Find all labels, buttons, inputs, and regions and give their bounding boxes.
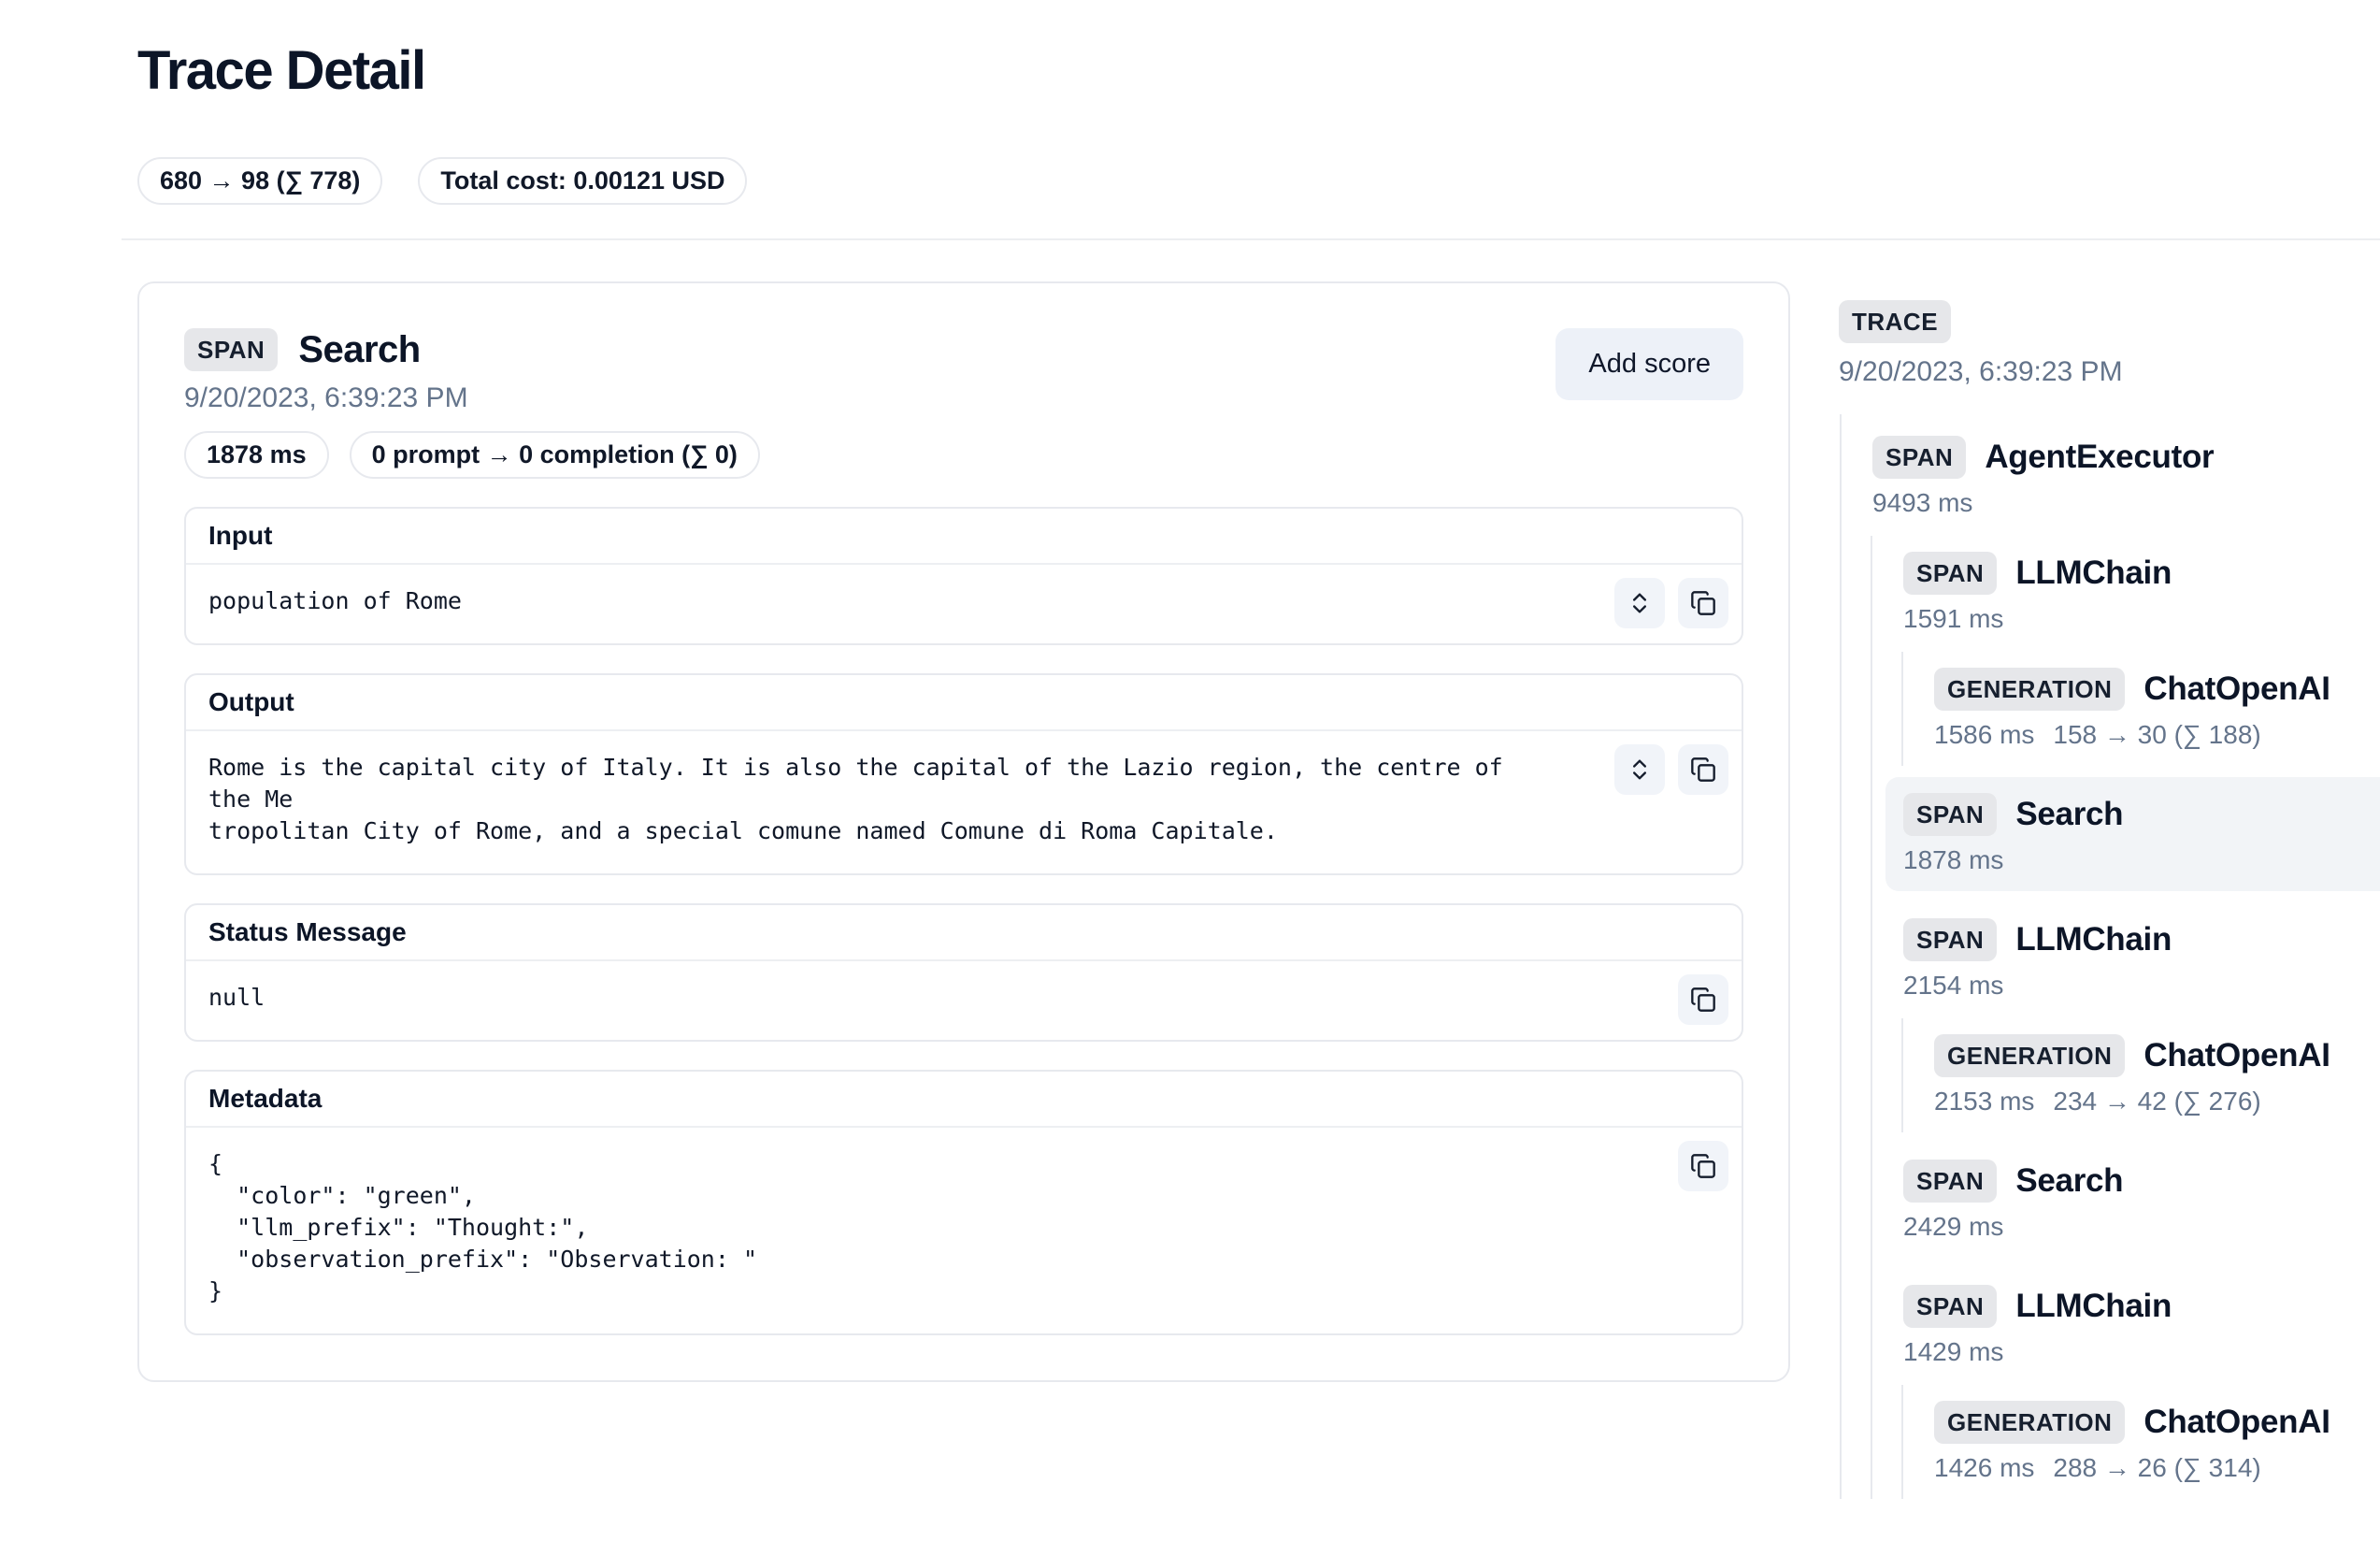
metadata-section: Metadata { "color": "green", "llm_prefix… <box>184 1070 1743 1335</box>
span-type-badge: SPAN <box>1903 1160 1997 1203</box>
output-expand-button[interactable] <box>1614 744 1665 795</box>
copy-icon <box>1690 756 1716 783</box>
tree-node-title: Search <box>2015 796 2123 833</box>
generation-type-badge: GENERATION <box>1934 1401 2125 1444</box>
tree-node-tokens: 288 → 26 (∑ 314) <box>2053 1453 2260 1483</box>
chevrons-up-down-icon <box>1627 590 1653 616</box>
generation-type-badge: GENERATION <box>1934 1034 2125 1077</box>
tree-node-generation-3[interactable]: GENERATION ChatOpenAI 1426 ms 288 → 26 (… <box>1916 1385 2380 1499</box>
tree-node-latency: 2429 ms <box>1903 1212 2003 1242</box>
input-expand-button[interactable] <box>1614 578 1665 628</box>
tree-node-latency: 1586 ms <box>1934 720 2034 750</box>
status-message-body: null <box>186 961 1742 1040</box>
agent-executor-children: SPAN LLMChain 1591 ms GENERATION <box>1871 536 2380 1499</box>
page-title: Trace Detail <box>137 39 2380 103</box>
token-count-badge: 0 prompt → 0 completion (∑ 0) <box>350 431 760 479</box>
tree-node-llmchain-2[interactable]: SPAN LLMChain 2154 ms <box>1885 902 2380 1016</box>
tree-node-title: AgentExecutor <box>1985 439 2214 476</box>
trace-summary-badges: 680 → 98 (∑ 778) Total cost: 0.00121 USD <box>137 157 2380 205</box>
trace-timestamp: 9/20/2023, 6:39:23 PM <box>1839 356 2380 388</box>
tree-node-latency: 1429 ms <box>1903 1337 2003 1367</box>
span-type-badge: SPAN <box>1872 436 1966 479</box>
span-type-badge: SPAN <box>1903 793 1997 836</box>
tree-node-latency: 1426 ms <box>1934 1453 2034 1483</box>
tree-node-generation-1[interactable]: GENERATION ChatOpenAI 1586 ms 158 → 30 (… <box>1916 652 2380 766</box>
input-copy-button[interactable] <box>1678 578 1728 628</box>
tree-node-llmchain-3[interactable]: SPAN LLMChain 1429 ms <box>1885 1269 2380 1383</box>
tree-node-title: ChatOpenAI <box>2143 1037 2330 1074</box>
copy-icon <box>1690 1153 1716 1179</box>
input-content: population of Rome <box>208 585 1517 617</box>
metadata-copy-button[interactable] <box>1678 1141 1728 1191</box>
output-section: Output Rome is the capital city of Italy… <box>184 673 1743 875</box>
output-section-label: Output <box>186 675 1742 731</box>
span-type-badge: SPAN <box>1903 1285 1997 1328</box>
metadata-label: Metadata <box>186 1072 1742 1128</box>
tree-node-tokens: 158 → 30 (∑ 188) <box>2053 720 2260 750</box>
output-content: Rome is the capital city of Italy. It is… <box>208 752 1517 847</box>
observation-card-header: SPAN Search 9/20/2023, 6:39:23 PM 1878 m… <box>184 328 1743 479</box>
chevrons-up-down-icon <box>1627 756 1653 783</box>
status-message-content: null <box>208 982 1517 1014</box>
input-section-body: population of Rome <box>186 565 1742 643</box>
tree-node-search-selected[interactable]: SPAN Search 1878 ms <box>1885 777 2380 891</box>
trace-type-badge: TRACE <box>1839 300 1951 343</box>
metadata-body: { "color": "green", "llm_prefix": "Thoug… <box>186 1128 1742 1333</box>
status-message-section: Status Message null <box>184 903 1743 1042</box>
trace-children: SPAN AgentExecutor 9493 ms SPAN LLMChain <box>1840 414 2380 1499</box>
observation-card: SPAN Search 9/20/2023, 6:39:23 PM 1878 m… <box>137 281 1790 1382</box>
copy-icon <box>1690 590 1716 616</box>
observation-type-badge: SPAN <box>184 328 278 371</box>
status-message-label: Status Message <box>186 905 1742 961</box>
latency-badge: 1878 ms <box>184 431 329 479</box>
total-cost-badge: Total cost: 0.00121 USD <box>418 157 747 205</box>
observation-stat-badges: 1878 ms 0 prompt → 0 completion (∑ 0) <box>184 431 760 479</box>
status-copy-button[interactable] <box>1678 974 1728 1025</box>
tree-node-latency: 2154 ms <box>1903 971 2003 1001</box>
trace-tree-sidebar: TRACE 9/20/2023, 6:39:23 PM SPAN AgentEx… <box>1839 240 2380 1499</box>
tree-node-title: LLMChain <box>2015 555 2172 592</box>
input-section: Input population of Rome <box>184 507 1743 645</box>
output-copy-button[interactable] <box>1678 744 1728 795</box>
token-usage-badge: 680 → 98 (∑ 778) <box>137 157 382 205</box>
generation-type-badge: GENERATION <box>1934 668 2125 711</box>
tree-node-latency: 1591 ms <box>1903 604 2003 634</box>
observation-heading-block: SPAN Search 9/20/2023, 6:39:23 PM 1878 m… <box>184 328 760 479</box>
tree-node-title: ChatOpenAI <box>2143 1404 2330 1441</box>
tree-node-generation-2[interactable]: GENERATION ChatOpenAI 2153 ms 234 → 42 (… <box>1916 1018 2380 1132</box>
tree-node-title: LLMChain <box>2015 921 2172 958</box>
tree-node-title: Search <box>2015 1162 2123 1200</box>
observation-timestamp: 9/20/2023, 6:39:23 PM <box>184 382 760 414</box>
tree-node-latency: 1878 ms <box>1903 845 2003 875</box>
tree-node-tokens: 234 → 42 (∑ 276) <box>2053 1087 2260 1117</box>
tree-node-search-2[interactable]: SPAN Search 2429 ms <box>1885 1144 2380 1258</box>
metadata-content: { "color": "green", "llm_prefix": "Thoug… <box>208 1148 1517 1307</box>
trace-detail-page: Trace Detail 680 → 98 (∑ 778) Total cost… <box>0 0 2380 1556</box>
span-type-badge: SPAN <box>1903 552 1997 595</box>
observation-title: Search <box>298 329 420 371</box>
tree-node-title: LLMChain <box>2015 1288 2172 1325</box>
tree-node-llmchain-1[interactable]: SPAN LLMChain 1591 ms <box>1885 536 2380 650</box>
tree-node-agent-executor[interactable]: SPAN AgentExecutor 9493 ms <box>1855 420 2380 534</box>
span-type-badge: SPAN <box>1903 918 1997 961</box>
tree-node-title: ChatOpenAI <box>2143 670 2330 708</box>
copy-icon <box>1690 987 1716 1013</box>
output-section-body: Rome is the capital city of Italy. It is… <box>186 731 1742 873</box>
add-score-button[interactable]: Add score <box>1556 328 1743 400</box>
tree-node-latency: 9493 ms <box>1872 488 1972 518</box>
tree-node-latency: 2153 ms <box>1934 1087 2034 1117</box>
input-section-label: Input <box>186 509 1742 565</box>
